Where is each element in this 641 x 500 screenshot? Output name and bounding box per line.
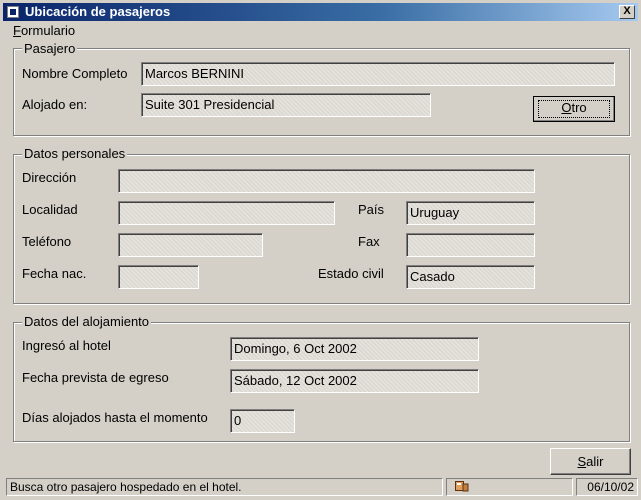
ingreso-label: Ingresó al hotel xyxy=(22,338,111,353)
otro-label: tro xyxy=(571,100,587,115)
datos-alojamiento-legend: Datos del alojamiento xyxy=(22,314,152,329)
datos-personales-legend: Datos personales xyxy=(22,146,128,161)
menu-formulario[interactable]: Formulario xyxy=(13,23,75,38)
otro-button-focus: Otro xyxy=(538,100,610,118)
estado-civil-label: Estado civil xyxy=(318,266,384,281)
nombre-label: Nombre Completo xyxy=(22,66,128,81)
close-button[interactable]: X xyxy=(619,5,635,19)
pasajero-legend: Pasajero xyxy=(22,41,78,56)
fecha-nac-field[interactable] xyxy=(118,265,199,289)
dias-label: Días alojados hasta el momento xyxy=(22,410,208,425)
otro-button[interactable]: Otro xyxy=(533,96,615,122)
telefono-field[interactable] xyxy=(118,233,263,257)
localidad-field[interactable] xyxy=(118,201,335,225)
fecha-nac-label: Fecha nac. xyxy=(22,266,87,281)
alojado-label: Alojado en: xyxy=(22,97,88,112)
pais-field[interactable]: Uruguay xyxy=(406,201,535,225)
menu-bar: Formulario xyxy=(3,22,638,40)
menu-formulario-accel: F xyxy=(13,23,21,38)
telefono-label: Teléfono xyxy=(22,234,72,249)
alojado-field[interactable]: Suite 301 Presidencial xyxy=(141,93,431,117)
menu-formulario-label: ormulario xyxy=(20,23,76,38)
key-icon xyxy=(455,481,469,492)
nombre-field[interactable]: Marcos BERNINI xyxy=(141,62,615,86)
estado-civil-field[interactable]: Casado xyxy=(406,265,535,289)
fax-label: Fax xyxy=(358,234,380,249)
window-title: Ubicación de pasajeros xyxy=(25,4,171,19)
status-bar: Busca otro pasajero hospedado en el hote… xyxy=(3,477,638,497)
egreso-field[interactable]: Sábado, 12 Oct 2002 xyxy=(230,369,479,393)
salir-accel: S xyxy=(577,454,587,469)
pais-label: País xyxy=(358,202,385,217)
ingreso-field[interactable]: Domingo, 6 Oct 2002 xyxy=(230,337,479,361)
status-date: 06/10/02 xyxy=(576,478,638,496)
direccion-label: Dirección xyxy=(22,170,77,185)
status-message: Busca otro pasajero hospedado en el hote… xyxy=(6,478,443,496)
salir-button[interactable]: Salir xyxy=(550,448,631,475)
localidad-label: Localidad xyxy=(22,202,78,217)
egreso-label: Fecha prevista de egreso xyxy=(22,370,169,385)
otro-accel: O xyxy=(561,100,572,115)
salir-label: alir xyxy=(586,454,604,469)
title-bar[interactable]: Ubicación de pasajeros X xyxy=(3,3,638,21)
fax-field[interactable] xyxy=(406,233,535,257)
app-icon xyxy=(7,6,19,18)
main-window: Ubicación de pasajeros X Formulario Pasa… xyxy=(0,0,641,500)
status-icon-panel xyxy=(446,478,573,496)
direccion-field[interactable] xyxy=(118,169,535,193)
dias-field[interactable]: 0 xyxy=(230,409,295,433)
